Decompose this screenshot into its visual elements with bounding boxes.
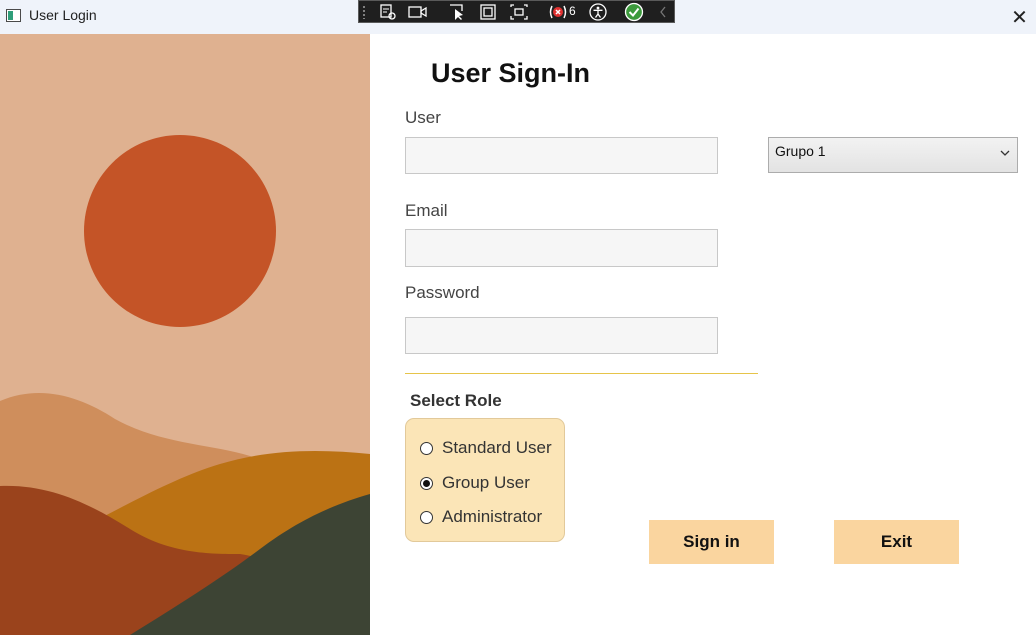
radio-group-user-circle[interactable] [420, 476, 433, 490]
group-combobox[interactable]: Grupo 1 [768, 137, 1018, 173]
ui-check-icon[interactable] [623, 2, 645, 22]
radio-group-user[interactable]: Group User [420, 471, 530, 495]
select-role-label: Select Role [410, 391, 502, 410]
radio-administrator-label[interactable]: Administrator [442, 507, 542, 527]
user-input[interactable] [405, 137, 718, 174]
record-icon[interactable] [407, 2, 429, 22]
live-visual-tree-icon[interactable] [377, 2, 399, 22]
window-title: User Login [29, 7, 97, 23]
collapse-icon[interactable] [652, 2, 674, 22]
email-input[interactable] [405, 229, 718, 267]
user-label: User [405, 108, 441, 127]
radio-group-user-label[interactable]: Group User [442, 473, 530, 493]
chevron-down-icon [1000, 150, 1010, 156]
role-radio-group: Standard User Group User Administrator [405, 418, 565, 542]
radio-administrator[interactable]: Administrator [420, 505, 542, 529]
binding-error-count: 6 [569, 4, 576, 18]
illustration-sun [84, 135, 276, 327]
toolbar-grip-icon[interactable] [362, 5, 366, 19]
password-input[interactable] [405, 317, 718, 354]
password-label: Password [405, 283, 480, 302]
binding-failures-icon[interactable] [547, 2, 569, 22]
select-element-icon[interactable] [446, 2, 468, 22]
display-layout-adorners-icon[interactable] [477, 2, 499, 22]
radio-standard-user[interactable]: Standard User [420, 436, 552, 460]
close-window-button[interactable]: ✕ [1003, 0, 1036, 34]
track-focus-icon[interactable] [508, 2, 530, 22]
accessibility-icon[interactable] [587, 2, 609, 22]
radio-standard-user-circle[interactable] [420, 441, 433, 455]
radio-administrator-circle[interactable] [420, 510, 433, 524]
page-title: User Sign-In [431, 58, 591, 88]
email-label: Email [405, 201, 448, 220]
form-separator [405, 373, 758, 374]
sign-in-button[interactable]: Sign in [649, 520, 774, 564]
xaml-debug-toolbar: 6 [358, 0, 675, 23]
exit-button[interactable]: Exit [834, 520, 959, 564]
group-combobox-value: Grupo 1 [775, 143, 826, 159]
radio-standard-user-label[interactable]: Standard User [442, 438, 552, 458]
landscape-illustration [0, 34, 370, 635]
app-window-icon [6, 9, 21, 22]
